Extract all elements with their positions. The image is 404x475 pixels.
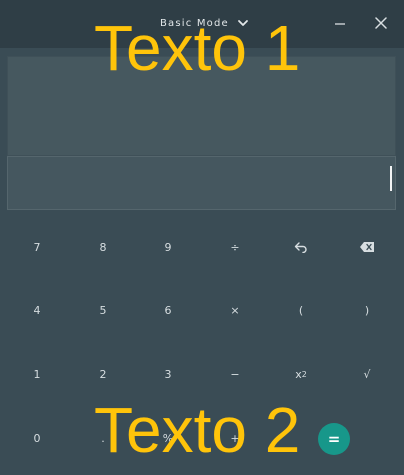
backspace-icon xyxy=(360,242,374,252)
undo-icon xyxy=(294,242,307,253)
key-5[interactable]: 5 xyxy=(78,293,128,327)
minimize-button[interactable] xyxy=(331,14,349,32)
calculator-window: Basic Mode 7 8 9 ÷ 4 5 6 × () 1 2 3 − x… xyxy=(0,0,404,475)
backspace-button[interactable] xyxy=(342,230,392,264)
key-close-paren[interactable]: ) xyxy=(342,293,392,327)
undo-button[interactable] xyxy=(276,230,326,264)
key-divide[interactable]: ÷ xyxy=(210,230,260,264)
square-exponent: 2 xyxy=(301,369,307,379)
overlay-text-2: Texto 2 xyxy=(94,394,301,466)
key-8[interactable]: 8 xyxy=(78,230,128,264)
key-7[interactable]: 7 xyxy=(12,230,62,264)
key-4[interactable]: 4 xyxy=(12,293,62,327)
key-0[interactable]: 0 xyxy=(12,421,62,455)
minimize-icon xyxy=(335,23,345,25)
key-subtract[interactable]: − xyxy=(210,357,260,391)
key-sqrt[interactable]: √ xyxy=(342,357,392,391)
key-3[interactable]: 3 xyxy=(143,357,193,391)
key-9[interactable]: 9 xyxy=(143,230,193,264)
key-multiply[interactable]: × xyxy=(210,293,260,327)
close-button[interactable] xyxy=(372,14,390,32)
entry-field[interactable] xyxy=(7,156,396,210)
equals-button[interactable]: = xyxy=(318,423,350,455)
text-caret xyxy=(390,166,392,191)
key-square[interactable]: x2 xyxy=(276,357,326,391)
close-icon xyxy=(375,17,387,29)
key-1[interactable]: 1 xyxy=(12,357,62,391)
key-6[interactable]: 6 xyxy=(143,293,193,327)
key-2[interactable]: 2 xyxy=(78,357,128,391)
key-open-paren[interactable]: ( xyxy=(276,293,326,327)
overlay-text-1: Texto 1 xyxy=(94,12,301,84)
